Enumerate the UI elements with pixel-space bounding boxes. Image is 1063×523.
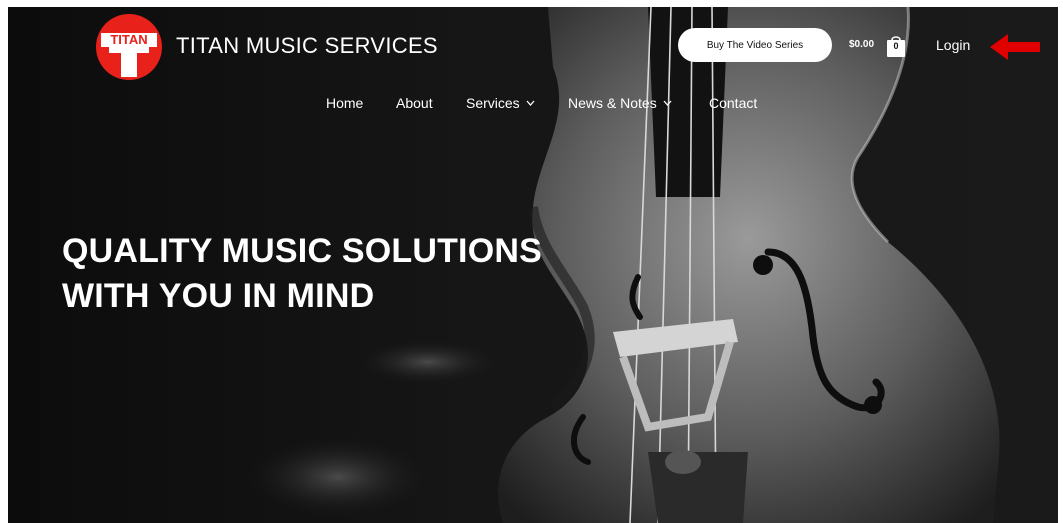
cart-total[interactable]: $0.00: [849, 39, 874, 50]
nav-contact-label: Contact: [709, 95, 758, 111]
nav-home[interactable]: Home: [326, 95, 363, 111]
nav-news-notes-label: News & Notes: [568, 95, 657, 111]
nav-news-notes[interactable]: News & Notes: [568, 95, 672, 111]
hero-headline: QUALITY MUSIC SOLUTIONS WITH YOU IN MIND: [62, 229, 542, 319]
login-link[interactable]: Login: [936, 37, 970, 53]
page: TITAN TITAN MUSIC SERVICES Buy The Video…: [8, 7, 1058, 523]
site-title[interactable]: TITAN MUSIC SERVICES: [176, 33, 438, 59]
nav-about[interactable]: About: [396, 95, 433, 111]
headline-line-2: WITH YOU IN MIND: [62, 277, 375, 315]
nav-contact[interactable]: Contact: [709, 95, 757, 111]
nav-about-label: About: [396, 95, 433, 111]
chevron-down-icon: [526, 100, 535, 106]
nav-services[interactable]: Services: [466, 95, 535, 111]
cart-count: 0: [893, 41, 899, 51]
red-arrow-icon: [990, 34, 1040, 60]
nav-home-label: Home: [326, 95, 364, 111]
logo-text: TITAN: [110, 32, 147, 47]
headline-line-1: QUALITY MUSIC SOLUTIONS: [62, 232, 542, 270]
buy-video-series-button[interactable]: Buy The Video Series: [678, 28, 832, 62]
chevron-down-icon: [663, 100, 672, 106]
titan-logo[interactable]: TITAN: [95, 13, 163, 81]
nav-services-label: Services: [466, 95, 520, 111]
